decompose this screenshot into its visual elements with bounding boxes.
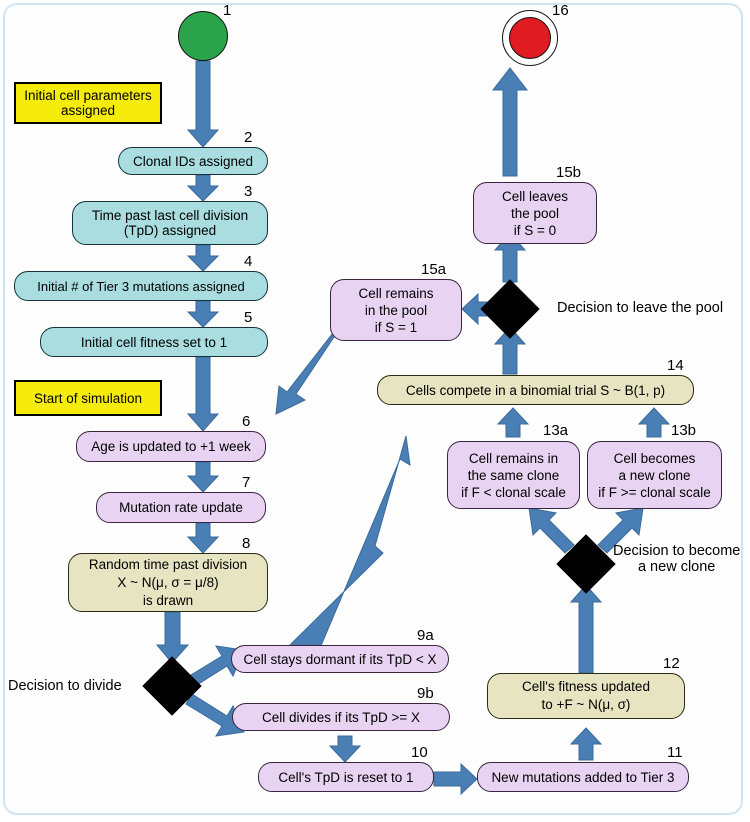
arrow-13a-to-14 — [496, 407, 530, 438]
node-number-9a: 9a — [417, 627, 434, 644]
node-15b-leaves-pool[interactable]: Cell leaves the pool if S = 0 — [473, 182, 597, 244]
arrow-11-to-12 — [569, 727, 603, 761]
arrow-1-to-2 — [186, 60, 220, 148]
node-9a-cell-stays-dormant[interactable]: Cell stays dormant if its TpD < X — [231, 645, 449, 673]
node-number-16: 16 — [552, 2, 569, 19]
node-13a-remains-same-clone[interactable]: Cell remains in the same clone if F < cl… — [447, 441, 580, 509]
arrow-10-to-11 — [433, 762, 478, 796]
node-10-tpd-reset[interactable]: Cell's TpD is reset to 1 — [258, 762, 434, 792]
node-1-start[interactable] — [178, 11, 228, 61]
node-number-13b: 13b — [671, 422, 697, 439]
decision-new-clone-label: Decision to become a new clone — [613, 543, 741, 575]
node-6-age-updated[interactable]: Age is updated to +1 week — [76, 431, 266, 462]
decision-divide-label: Decision to divide — [8, 678, 122, 694]
node-number-15b: 15b — [556, 164, 582, 181]
arrow-9a-region-to-14 — [289, 435, 411, 668]
arrow-12-to-decision-new-clone — [569, 584, 603, 674]
node-13b-becomes-new-clone[interactable]: Cell becomes a new clone if F >= clonal … — [587, 441, 722, 509]
node-number-1: 1 — [223, 2, 232, 19]
node-4-initial-tier3-mutations[interactable]: Initial # of Tier 3 mutations assigned — [14, 271, 268, 301]
arrow-4-to-5 — [186, 300, 220, 328]
node-number-10: 10 — [411, 744, 428, 761]
arrow-decision-to-13a — [528, 507, 575, 554]
node-number-3: 3 — [244, 183, 253, 200]
node-16-end-inner — [509, 17, 551, 59]
arrow-7-to-8 — [186, 522, 220, 554]
node-number-6: 6 — [242, 413, 251, 430]
node-15a-remains-in-pool[interactable]: Cell remains in the pool if S = 1 — [330, 279, 462, 341]
node-12-cell-fitness-updated[interactable]: Cell's fitness updated to +F ~ N(μ, σ) — [487, 673, 685, 719]
arrow-15b-to-16 — [491, 67, 529, 177]
node-number-12: 12 — [663, 655, 680, 672]
node-number-11: 11 — [667, 744, 683, 761]
arrow-2-to-3 — [186, 174, 220, 202]
node-5-initial-cell-fitness[interactable]: Initial cell fitness set to 1 — [40, 327, 268, 357]
node-number-15a: 15a — [421, 261, 447, 278]
arrow-5-to-6 — [186, 356, 220, 432]
node-7-mutation-rate-update[interactable]: Mutation rate update — [96, 492, 266, 523]
node-9b-cell-divides[interactable]: Cell divides if its TpD >= X — [232, 703, 450, 731]
node-number-8: 8 — [242, 535, 251, 552]
arrow-6-to-7 — [186, 461, 220, 493]
node-11-new-mutations[interactable]: New mutations added to Tier 3 — [477, 762, 689, 792]
node-number-13a: 13a — [543, 422, 569, 439]
node-number-2: 2 — [244, 129, 253, 146]
node-number-14: 14 — [667, 357, 684, 374]
node-8-random-time-past-division[interactable]: Random time past division X ~ N(μ, σ = μ… — [68, 553, 268, 612]
node-number-7: 7 — [242, 474, 251, 491]
node-14-binomial-trial[interactable]: Cells compete in a binomial trial S ~ B(… — [377, 375, 694, 405]
note-initial-cell-parameters: Initial cell parameters assigned — [14, 82, 162, 124]
node-number-5: 5 — [244, 309, 253, 326]
arrow-3-to-4 — [186, 244, 220, 272]
arrow-13b-to-14 — [637, 407, 671, 438]
arrow-9b-to-10 — [328, 735, 362, 763]
node-3-time-past-last-division[interactable]: Time past last cell division (TpD) assig… — [72, 201, 268, 245]
flowchart-canvas: 1 16 Initial cell parameters assigned Cl… — [0, 0, 750, 822]
decision-leave-pool-label: Decision to leave the pool — [557, 300, 724, 316]
node-number-4: 4 — [244, 253, 253, 270]
node-number-9b: 9b — [417, 685, 434, 702]
arrow-8-to-decision-divide — [155, 611, 190, 664]
note-start-of-simulation: Start of simulation — [14, 380, 162, 416]
node-2-clonal-ids[interactable]: Clonal IDs assigned — [118, 147, 268, 175]
